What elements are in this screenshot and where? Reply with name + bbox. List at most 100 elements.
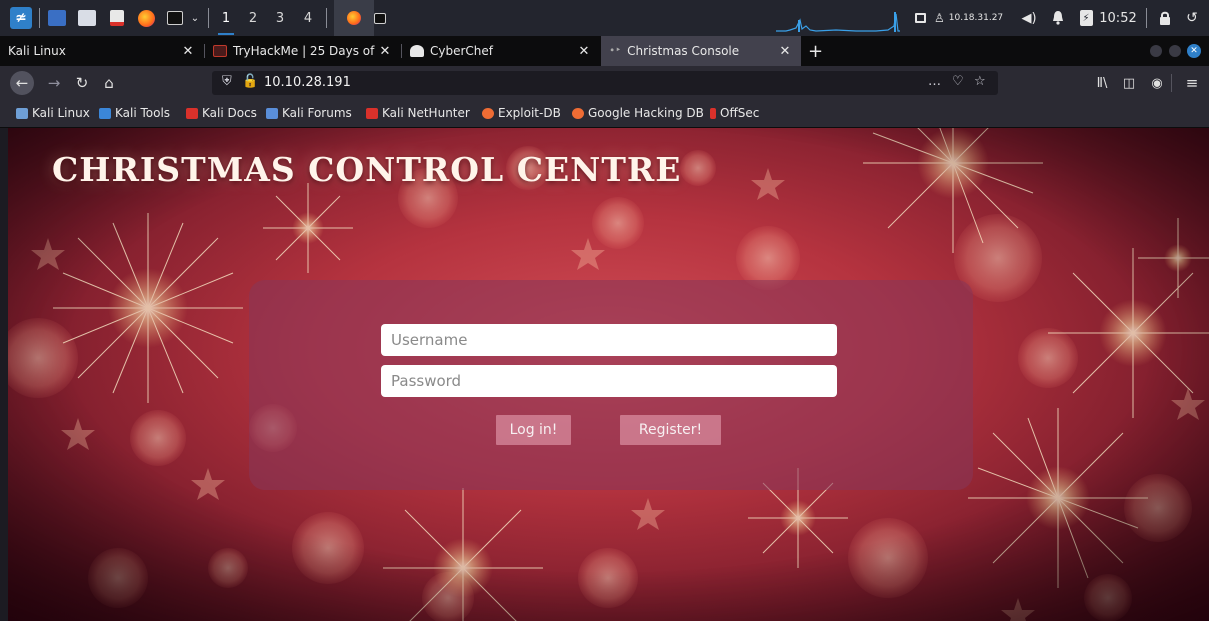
url-text[interactable]: 10.10.28.191 [264,75,351,90]
tab-label: Christmas Console [627,44,740,58]
tab-cyberchef[interactable]: CyberChef ✕ [402,36,600,66]
logout-button[interactable]: ↺ [1183,0,1201,36]
bookmark-label: Exploit-DB [498,106,561,120]
battery-button[interactable]: ⚡ [1077,0,1095,36]
terminal-window-button[interactable] [372,0,388,36]
vpn-indicator[interactable]: ♙ 10.18.31.27 [934,0,1014,36]
back-button[interactable]: ← [10,71,34,95]
tab-label: CyberChef [430,44,494,58]
tab-christmas-console[interactable]: ∙‣ Christmas Console ✕ [601,36,801,66]
workspace-2-button[interactable]: 2 [245,0,261,36]
maximize-button[interactable] [1169,45,1181,57]
close-icon: ✕ [1190,46,1198,56]
password-field[interactable] [381,365,837,397]
tracking-shield-icon[interactable]: ⛨ [222,74,232,89]
hamburger-menu-icon: ≡ [1185,74,1199,92]
bookmark-offsec[interactable]: OffSec [710,106,759,120]
bookmark-label: Kali Linux [32,106,90,120]
tab-strip: Kali Linux ✕ TryHackMe | 25 Days of C ✕ … [0,36,1209,66]
close-tab-icon[interactable]: ✕ [180,43,196,59]
page-actions-icon[interactable]: … [928,74,941,89]
bookmark-label: OffSec [720,106,760,120]
bell-icon [1053,11,1063,25]
bookmark-exploit-db[interactable]: Exploit-DB [482,106,561,120]
offsec-icon [710,107,716,119]
notifications-button[interactable] [1049,0,1067,36]
text-editor-icon [110,10,124,26]
ip-address: 10.18.31.27 [948,13,1004,23]
bookmark-label: Kali Forums [282,106,352,120]
logout-icon: ↺ [1186,10,1198,26]
bookmark-kali-linux[interactable]: Kali Linux [16,106,90,120]
close-tab-icon[interactable]: ✕ [377,43,393,59]
tab-tryhackme[interactable]: TryHackMe | 25 Days of C ✕ [205,36,401,66]
active-workspace-indicator [218,33,234,35]
bookmark-kali-forums[interactable]: Kali Forums [266,106,352,120]
workspace-label: 3 [275,10,285,26]
file-manager-button[interactable] [76,0,98,36]
bookmark-label: Kali Docs [202,106,257,120]
launcher-menu-button[interactable]: ⌄ [188,0,202,36]
workspace-4-button[interactable]: 4 [300,0,316,36]
tab-kali-linux[interactable]: Kali Linux ✕ [0,36,204,66]
arrow-right-icon: → [47,74,61,92]
taskbar-divider [208,8,209,28]
chevron-down-icon: ⌄ [190,12,200,24]
ghdb-icon [572,107,584,119]
address-bar[interactable]: ⛨ 🔓 10.10.28.191 … ♡ ☆ [212,71,998,95]
navigation-bar: ← → ↻ ⌂ ⛨ 🔓 10.10.28.191 … ♡ ☆ Ⅱ\ ◫ ◉ ≡ [0,66,1209,100]
desktop-icon [48,10,66,26]
bookmark-star-icon[interactable]: ☆ [974,74,986,89]
close-tab-icon[interactable]: ✕ [777,43,793,59]
battery-charging-icon: ⚡ [1079,10,1093,26]
page-title: CHRISTMAS CONTROL CENTRE [52,150,682,189]
username-field[interactable] [381,324,837,356]
close-window-button[interactable]: ✕ [1187,44,1201,58]
network-graph-icon [776,12,900,32]
new-tab-button[interactable]: + [804,36,830,66]
minimize-button[interactable] [1150,45,1162,57]
library-button[interactable]: Ⅱ\ [1090,71,1114,95]
lock-screen-button[interactable] [1156,0,1174,36]
login-button[interactable]: Log in! [496,415,571,445]
account-button[interactable]: ◉ [1145,71,1169,95]
tab-label: TryHackMe | 25 Days of C [233,44,387,58]
volume-button[interactable]: ◀) [1019,0,1039,36]
bookmarks-toolbar: Kali Linux Kali Tools Kali Docs Kali For… [0,100,1209,128]
reload-button[interactable]: ↻ [70,71,94,95]
workspace-label: 1 [221,10,231,26]
terminal-icon [374,12,386,24]
workspace-1-button[interactable]: 1 [218,0,234,36]
sidebar-button[interactable]: ◫ [1117,71,1141,95]
reload-icon: ↻ [75,74,89,92]
taskbar: ≄ ⌄ 1 2 3 4 ♙ 10.18.31.27 ◀) ⚡ 10:52 ↺ [0,0,1209,36]
lock-icon [1160,11,1170,25]
folder-icon [78,10,96,26]
home-button[interactable]: ⌂ [97,71,121,95]
firefox-launcher-button[interactable] [135,0,157,36]
menu-button[interactable]: ≡ [1180,71,1204,95]
bookmark-kali-docs[interactable]: Kali Docs [186,106,257,120]
bookmark-google-hacking-db[interactable]: Google Hacking DB [572,106,704,120]
text-editor-button[interactable] [106,0,128,36]
workspace-label: 2 [248,10,258,26]
register-button[interactable]: Register! [620,415,721,445]
kali-menu-button[interactable]: ≄ [8,0,34,36]
firefox-window-button[interactable] [334,0,374,36]
bookmark-kali-tools[interactable]: Kali Tools [99,106,170,120]
forward-button[interactable]: → [42,71,66,95]
show-desktop-button[interactable] [46,0,68,36]
bookmark-label: Kali Tools [115,106,171,120]
pocket-icon[interactable]: ♡ [952,74,964,89]
insecure-lock-icon[interactable]: 🔓 [242,74,258,89]
bookmark-kali-nethunter[interactable]: Kali NetHunter [366,106,470,120]
window-switcher-button[interactable] [912,0,928,36]
close-tab-icon[interactable]: ✕ [576,43,592,59]
terminal-launcher-button[interactable] [164,0,186,36]
speaker-icon: ◀) [1021,10,1037,26]
clock-time: 10:52 [1099,10,1137,26]
workspace-label: 4 [303,10,313,26]
clock[interactable]: 10:52 [1099,0,1137,36]
kali-forums-icon [266,107,278,119]
workspace-3-button[interactable]: 3 [272,0,288,36]
